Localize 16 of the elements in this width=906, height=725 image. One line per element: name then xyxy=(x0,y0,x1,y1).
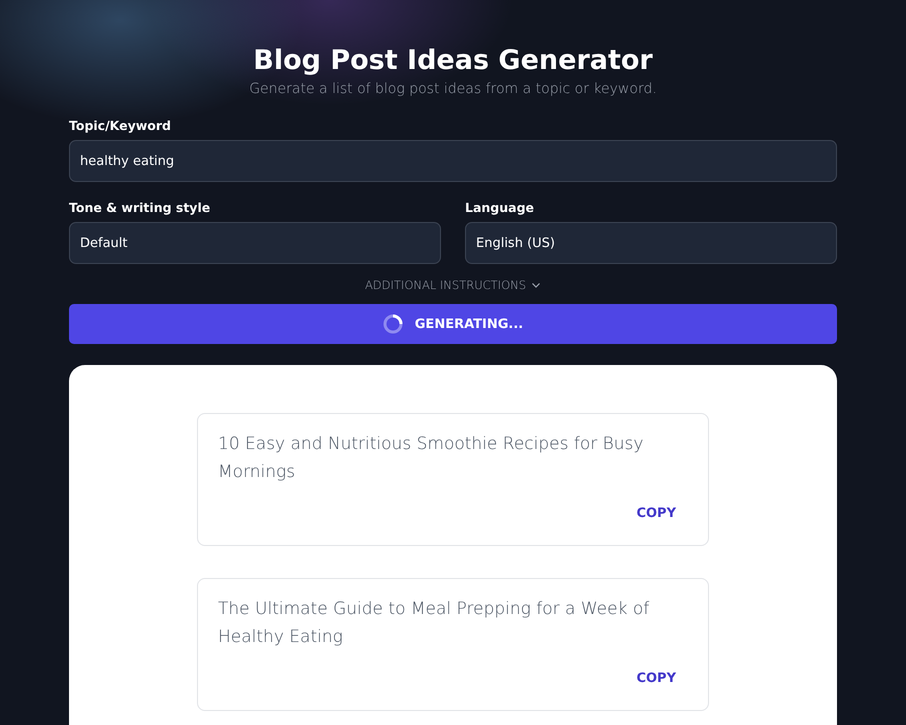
field-label: Topic/Keyword xyxy=(69,118,172,133)
additional-instructions-toggle[interactable]: ADDITIONAL INSTRUCTIONS xyxy=(360,276,546,294)
select-field[interactable]: English (US) xyxy=(465,222,837,264)
field-label: Language xyxy=(465,200,536,215)
page-subtitle: Generate a list of blog post ideas from a topic or keyword. xyxy=(248,80,658,98)
idea-text: 10 Easy and Nutritious Smoothie Recipes for Busy Mornings xyxy=(218,433,644,484)
page-title: Blog Post Ideas Generator xyxy=(252,44,654,78)
copy-button[interactable]: COPY xyxy=(624,667,688,690)
generate-button[interactable]: GENERATING... xyxy=(69,304,837,344)
topic-field[interactable]: healthy eating xyxy=(69,140,837,182)
spinner-icon xyxy=(382,314,403,334)
idea-text: The Ultimate Guide to Meal Prepping for a Week of Healthy Eating xyxy=(218,598,650,649)
copy-button[interactable]: COPY xyxy=(624,502,688,525)
field-label: Tone & writing style xyxy=(69,200,212,215)
chevron-icon xyxy=(531,280,542,290)
select-field[interactable]: Default xyxy=(69,222,441,264)
